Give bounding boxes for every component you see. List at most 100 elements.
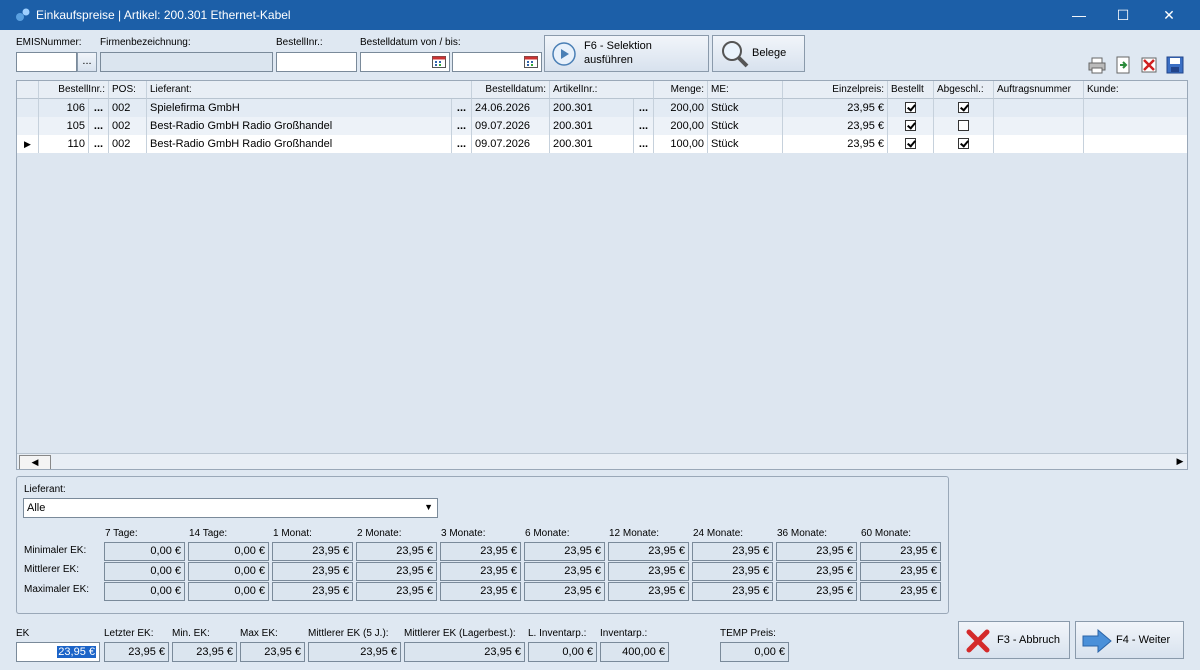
row-indicator[interactable]: ▶ — [17, 135, 39, 153]
ek-field[interactable]: 23,95 € — [16, 642, 100, 662]
col-menge[interactable]: Menge: — [654, 81, 708, 99]
col-lieferant[interactable]: Lieferant: — [147, 81, 472, 99]
emis-input[interactable] — [16, 52, 77, 72]
close-button[interactable]: ✕ — [1146, 0, 1192, 30]
cell-auftragsnummer — [994, 99, 1084, 117]
stat-value-cell: 23,95 € — [272, 582, 353, 601]
min-ek-value: 23,95 € — [172, 642, 237, 662]
stat-value-cell: 23,95 € — [440, 582, 521, 601]
weiter-button[interactable]: F4 - Weiter — [1075, 621, 1184, 659]
orders-grid: BestellInr.: POS: Lieferant: Bestelldatu… — [16, 80, 1188, 470]
col-bestelldatum[interactable]: Bestelldatum: — [472, 81, 550, 99]
ek-value: 23,95 € — [57, 646, 96, 658]
date-to-input[interactable] — [452, 52, 542, 72]
calendar-icon[interactable] — [524, 56, 538, 68]
bestellt-checkbox[interactable] — [905, 102, 916, 113]
horizontal-scrollbar[interactable]: ◀ ▶ — [17, 453, 1187, 469]
ek-label: EK — [16, 628, 30, 639]
artikel-lookup-button[interactable]: ... — [634, 117, 654, 135]
stat-value-cell: 23,95 € — [860, 562, 941, 581]
lieferant-lookup-button[interactable]: ... — [452, 99, 472, 117]
cell-bestellnr: 105 — [39, 117, 89, 135]
abbruch-button[interactable]: F3 - Abbruch — [958, 621, 1070, 659]
bestellt-checkbox[interactable] — [905, 120, 916, 131]
lieferant-lookup-button[interactable]: ... — [452, 117, 472, 135]
col-bestellt[interactable]: Bestellt — [888, 81, 934, 99]
bestellnr-lookup-button[interactable]: ... — [89, 117, 109, 135]
stat-value-cell: 23,95 € — [692, 582, 773, 601]
minimize-button[interactable]: — — [1056, 0, 1102, 30]
row-indicator[interactable] — [17, 99, 39, 117]
cell-kunde — [1084, 99, 1187, 117]
temp-preis-field[interactable]: 0,00 € — [720, 642, 789, 662]
bestell-input[interactable] — [276, 52, 357, 72]
letzter-ek-label: Letzter EK: — [104, 628, 154, 639]
cell-lieferant: Spielefirma GmbH — [147, 99, 452, 117]
col-kunde[interactable]: Kunde: — [1084, 81, 1187, 99]
abbruch-label: F3 - Abbruch — [997, 634, 1060, 646]
export-icon[interactable] — [1114, 56, 1132, 74]
artikel-lookup-button[interactable]: ... — [634, 99, 654, 117]
stat-value-cell: 23,95 € — [860, 582, 941, 601]
row-indicator[interactable] — [17, 117, 39, 135]
delete-icon[interactable] — [1140, 56, 1158, 74]
bestellnr-lookup-button[interactable]: ... — [89, 135, 109, 153]
cell-auftragsnummer — [994, 117, 1084, 135]
l-inventarp-label: L. Inventarp.: — [528, 628, 587, 639]
lieferant-select[interactable]: Alle ▼ — [23, 498, 438, 518]
selektion-button[interactable]: F6 - Selektion ausführen — [544, 35, 709, 72]
stat-value-cell: 23,95 € — [776, 562, 857, 581]
stat-value-cell: 23,95 € — [524, 542, 605, 561]
table-row[interactable]: 105 ... 002 Best-Radio GmbH Radio Großha… — [17, 117, 1187, 135]
stat-value-cell: 23,95 € — [608, 542, 689, 561]
abgeschl-checkbox[interactable] — [958, 138, 969, 149]
save-icon[interactable] — [1166, 56, 1184, 74]
bestellt-checkbox[interactable] — [905, 138, 916, 149]
cell-artikelnr: 200.301 — [550, 135, 634, 153]
period-label: 7 Tage: — [105, 528, 138, 539]
period-label: 24 Monate: — [693, 528, 744, 539]
mittel-ek-label: Mittlerer EK: — [24, 564, 80, 575]
stat-value-cell: 23,95 € — [272, 562, 353, 581]
belege-label: Belege — [752, 47, 787, 59]
cell-lieferant: Best-Radio GmbH Radio Großhandel — [147, 135, 452, 153]
stat-value-cell: 23,95 € — [356, 542, 437, 561]
calendar-icon[interactable] — [432, 56, 446, 68]
min-ek-bottom-label: Min. EK: — [172, 628, 210, 639]
col-artikelnr[interactable]: ArtikelInr.: — [550, 81, 654, 99]
abgeschl-checkbox[interactable] — [958, 120, 969, 131]
period-label: 60 Monate: — [861, 528, 912, 539]
lieferant-lookup-button[interactable]: ... — [452, 135, 472, 153]
col-abgeschl[interactable]: Abgeschl.: — [934, 81, 994, 99]
max-ek-value: 23,95 € — [240, 642, 305, 662]
mittel-5j-value: 23,95 € — [308, 642, 401, 662]
col-auftragsnummer[interactable]: Auftragsnummer — [994, 81, 1084, 99]
table-row-selected[interactable]: ▶ 110 ... 002 Best-Radio GmbH Radio Groß… — [17, 135, 1187, 153]
cell-pos: 002 — [109, 99, 147, 117]
date-from-input[interactable] — [360, 52, 450, 72]
col-einzelpreis[interactable]: Einzelpreis: — [783, 81, 888, 99]
min-ek-label: Minimaler EK: — [24, 545, 87, 556]
cell-lieferant: Best-Radio GmbH Radio Großhandel — [147, 117, 452, 135]
scroll-right-icon[interactable]: ▶ — [1173, 455, 1187, 468]
cell-bestellt — [888, 99, 934, 117]
emis-lookup-button[interactable]: ... — [77, 52, 97, 72]
abgeschl-checkbox[interactable] — [958, 102, 969, 113]
maximize-button[interactable]: ☐ — [1100, 0, 1146, 30]
artikel-lookup-button[interactable]: ... — [634, 135, 654, 153]
chevron-down-icon[interactable]: ▼ — [424, 502, 433, 512]
weiter-label: F4 - Weiter — [1116, 634, 1171, 646]
stat-value-cell: 23,95 € — [356, 562, 437, 581]
cell-menge: 100,00 — [654, 135, 708, 153]
firm-input[interactable] — [100, 52, 273, 72]
cell-bestellt — [888, 117, 934, 135]
print-icon[interactable] — [1088, 56, 1106, 74]
scroll-left-icon[interactable]: ◀ — [19, 455, 51, 469]
stat-value-cell: 23,95 € — [524, 562, 605, 581]
col-pos[interactable]: POS: — [109, 81, 147, 99]
col-me[interactable]: ME: — [708, 81, 783, 99]
table-row[interactable]: 106 ... 002 Spielefirma GmbH ... 24.06.2… — [17, 99, 1187, 117]
belege-button[interactable]: Belege — [712, 35, 805, 72]
col-bestellnr[interactable]: BestellInr.: — [39, 81, 109, 99]
bestellnr-lookup-button[interactable]: ... — [89, 99, 109, 117]
